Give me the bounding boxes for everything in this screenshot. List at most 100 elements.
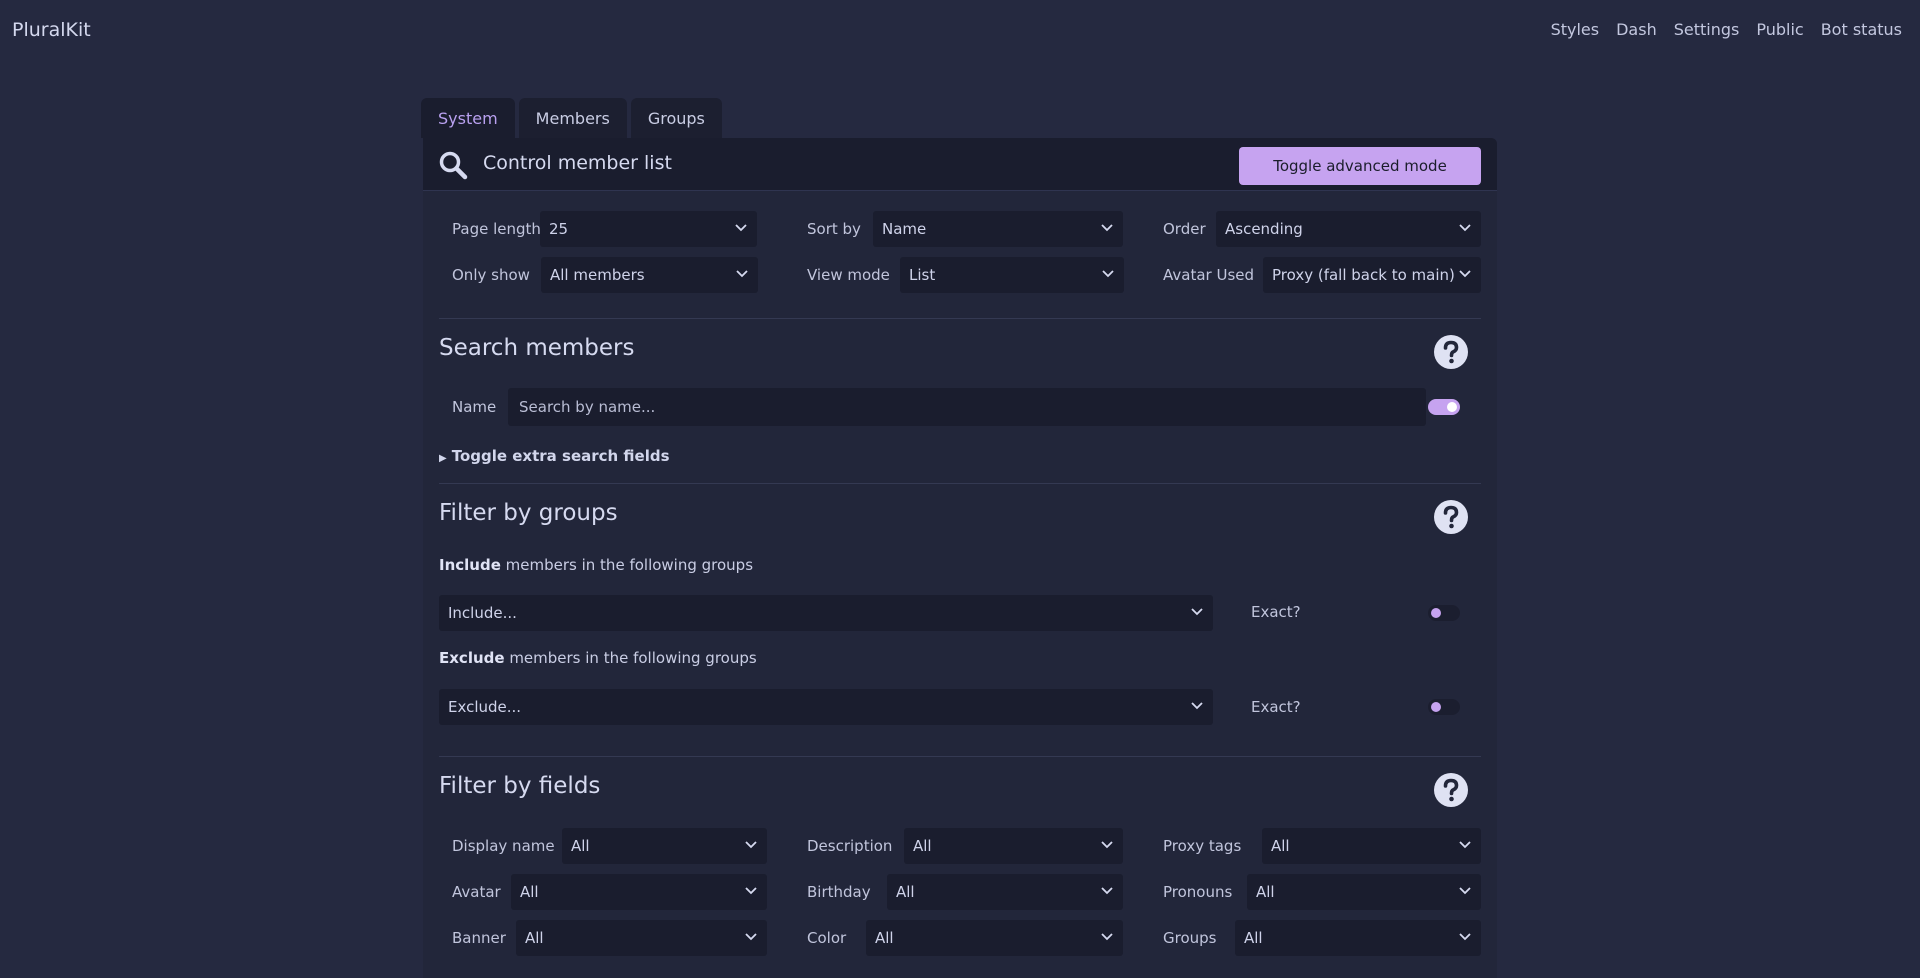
- exclude-bold: Exclude: [439, 649, 505, 667]
- only-show-label: Only show: [452, 266, 530, 284]
- order-select[interactable]: Ascending: [1216, 211, 1481, 247]
- tab-groups[interactable]: Groups: [630, 98, 722, 138]
- groups-label: Groups: [1163, 929, 1217, 947]
- description-value: All: [913, 837, 932, 855]
- name-search-input[interactable]: [508, 388, 1426, 426]
- nav-link-styles[interactable]: Styles: [1551, 20, 1600, 39]
- order-control: Order Ascending: [1163, 211, 1481, 247]
- banner-value: All: [525, 929, 544, 947]
- include-exact-toggle[interactable]: [1428, 605, 1460, 621]
- include-rest: members in the following groups: [500, 556, 754, 574]
- exclude-exact-toggle[interactable]: [1428, 699, 1460, 715]
- birthday-select[interactable]: All: [887, 874, 1123, 910]
- display-name-label: Display name: [452, 837, 555, 855]
- avatar-used-select[interactable]: Proxy (fall back to main): [1263, 257, 1481, 293]
- order-value: Ascending: [1225, 220, 1303, 238]
- extra-search-fields-label: Toggle extra search fields: [451, 447, 670, 465]
- tab-system[interactable]: System: [421, 98, 515, 138]
- display-name-filter: Display name All: [452, 828, 767, 864]
- only-show-select[interactable]: All members: [541, 257, 758, 293]
- order-label: Order: [1163, 220, 1206, 238]
- banner-select[interactable]: All: [516, 920, 767, 956]
- help-icon[interactable]: [1433, 772, 1469, 808]
- description-select[interactable]: All: [904, 828, 1123, 864]
- exclude-groups-select[interactable]: Exclude...: [439, 689, 1213, 725]
- card-title: Control member list: [483, 152, 672, 174]
- sort-by-label: Sort by: [807, 220, 861, 238]
- sort-by-value: Name: [882, 220, 927, 238]
- search-icon: [439, 151, 468, 180]
- groups-filter: Groups All: [1163, 920, 1481, 956]
- display-name-select[interactable]: All: [562, 828, 767, 864]
- brand-logo-text[interactable]: PluralKit: [12, 19, 91, 41]
- chevron-down-icon: [745, 933, 757, 941]
- divider: [439, 318, 1481, 319]
- divider: [439, 756, 1481, 757]
- view-mode-label: View mode: [807, 266, 890, 284]
- avatar-label: Avatar: [452, 883, 501, 901]
- name-search-toggle[interactable]: [1428, 399, 1460, 415]
- view-mode-select[interactable]: List: [900, 257, 1124, 293]
- pronouns-select[interactable]: All: [1247, 874, 1481, 910]
- avatar-filter: Avatar All: [452, 874, 767, 910]
- chevron-down-icon: [1191, 702, 1203, 710]
- exclude-rest: members in the following groups: [504, 649, 757, 667]
- proxy-tags-filter: Proxy tags All: [1163, 828, 1481, 864]
- proxy-tags-value: All: [1271, 837, 1290, 855]
- nav-link-settings[interactable]: Settings: [1674, 20, 1740, 39]
- include-description: Include members in the following groups: [439, 556, 753, 574]
- color-value: All: [875, 929, 894, 947]
- pronouns-label: Pronouns: [1163, 883, 1233, 901]
- chevron-down-icon: [1101, 933, 1113, 941]
- filter-by-fields-heading: Filter by fields: [439, 773, 601, 799]
- tab-members[interactable]: Members: [518, 98, 627, 138]
- color-label: Color: [807, 929, 847, 947]
- toggle-advanced-mode-button[interactable]: Toggle advanced mode: [1239, 147, 1481, 185]
- search-members-heading: Search members: [439, 335, 635, 361]
- proxy-tags-select[interactable]: All: [1262, 828, 1481, 864]
- page-length-select[interactable]: 25: [540, 211, 757, 247]
- color-select[interactable]: All: [866, 920, 1123, 956]
- card-header: Control member list Toggle advanced mode: [423, 138, 1497, 191]
- chevron-down-icon: [1459, 933, 1471, 941]
- chevron-down-icon: [1459, 841, 1471, 849]
- include-exact-label: Exact?: [1251, 603, 1301, 621]
- chevron-down-icon: [1101, 887, 1113, 895]
- nav-link-public[interactable]: Public: [1756, 20, 1803, 39]
- include-groups-select[interactable]: Include...: [439, 595, 1213, 631]
- pronouns-value: All: [1256, 883, 1275, 901]
- include-bold: Include: [439, 556, 501, 574]
- groups-value: All: [1244, 929, 1263, 947]
- nav-link-dash[interactable]: Dash: [1616, 20, 1657, 39]
- page-length-value: 25: [549, 220, 569, 238]
- sort-by-control: Sort by Name: [807, 211, 1123, 247]
- help-icon[interactable]: [1433, 334, 1469, 370]
- proxy-tags-label: Proxy tags: [1163, 837, 1242, 855]
- avatar-used-label: Avatar Used: [1163, 266, 1255, 284]
- display-name-value: All: [571, 837, 590, 855]
- chevron-down-icon: [735, 224, 747, 232]
- toggle-knob: [1431, 702, 1441, 712]
- banner-label: Banner: [452, 929, 506, 947]
- chevron-down-icon: [1459, 270, 1471, 278]
- exclude-groups-placeholder: Exclude...: [448, 698, 522, 716]
- pronouns-filter: Pronouns All: [1163, 874, 1481, 910]
- page-length-label: Page length: [452, 220, 541, 238]
- exclude-exact-label: Exact?: [1251, 698, 1301, 716]
- chevron-down-icon: [745, 887, 757, 895]
- chevron-down-icon: [745, 841, 757, 849]
- groups-select[interactable]: All: [1235, 920, 1481, 956]
- name-label: Name: [452, 398, 497, 416]
- sort-by-select[interactable]: Name: [873, 211, 1123, 247]
- description-filter: Description All: [807, 828, 1123, 864]
- help-icon[interactable]: [1433, 499, 1469, 535]
- chevron-down-icon: [1102, 270, 1114, 278]
- only-show-control: Only show All members: [452, 257, 758, 293]
- caret-right-icon: ▶: [439, 453, 447, 464]
- description-label: Description: [807, 837, 893, 855]
- chevron-down-icon: [1191, 608, 1203, 616]
- nav-link-bot-status[interactable]: Bot status: [1821, 20, 1902, 39]
- toggle-extra-search-fields[interactable]: ▶ Toggle extra search fields: [439, 447, 670, 465]
- avatar-select[interactable]: All: [511, 874, 767, 910]
- top-navbar: PluralKit Styles Dash Settings Public Bo…: [0, 0, 1920, 60]
